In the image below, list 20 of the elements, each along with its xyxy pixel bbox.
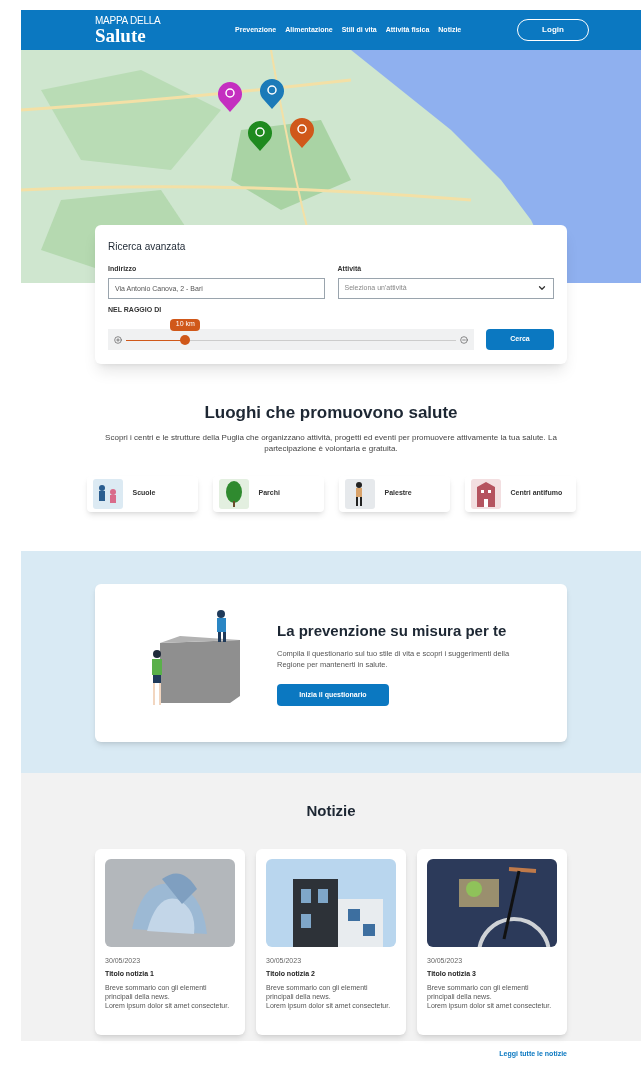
chevron-down-icon [537,283,547,293]
section-title: Luoghi che promuovono salute [204,402,458,424]
building-icon [470,478,501,509]
map-pin-icon[interactable] [247,120,273,152]
section-description: Scopri i centri e le strutture della Puglia che organizzano attività, progetti ed eventi per promuovere attivamente la tua salute. La partecipazione è volontaria e gratuita. [104,431,558,454]
map-pin-icon[interactable] [259,78,285,110]
map-pin-icon[interactable] [289,117,315,149]
school-children-icon [92,478,123,509]
zoom-out-icon[interactable] [460,335,468,344]
search-title: Ricerca avanzata [108,240,187,254]
logo-subtitle: MAPPA DELLA [95,15,162,26]
zoom-in-icon[interactable] [114,335,122,344]
exercise-person-icon [344,478,375,509]
slider-thumb[interactable] [180,334,191,345]
tree-icon [218,478,249,509]
logo-title: Salute [95,25,147,45]
prevention-title: La prevenzione su misura per te [277,620,508,641]
section-title: Notizie [305,801,357,821]
map-pin-icon[interactable] [217,81,243,113]
slider-track[interactable] [126,334,456,345]
